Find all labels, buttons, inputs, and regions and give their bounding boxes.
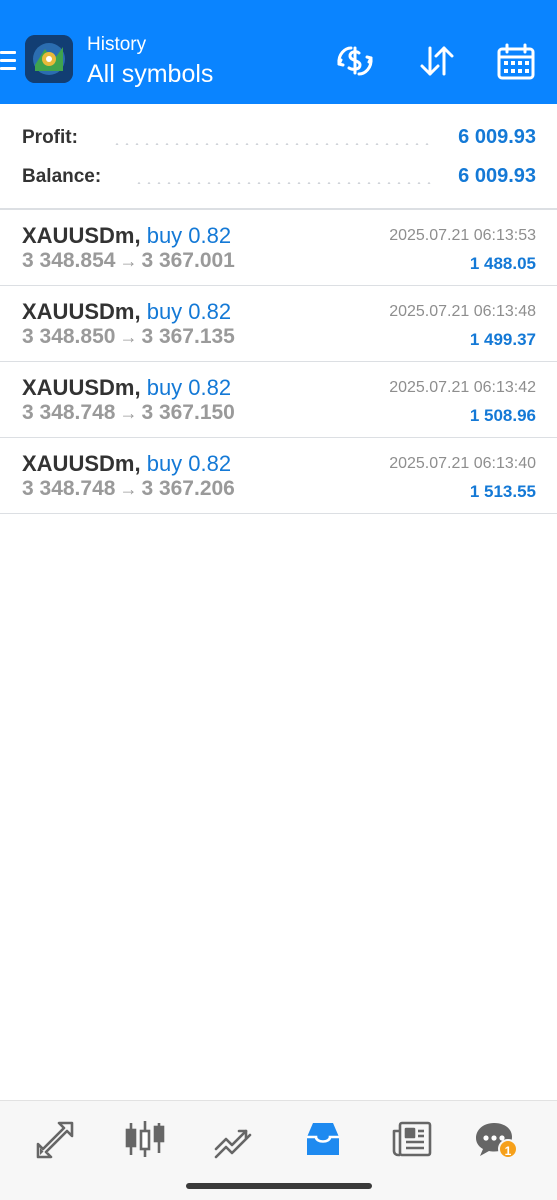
arrow-icon: → <box>119 403 138 423</box>
close-price: 3 367.206 <box>141 477 235 500</box>
arrow-icon: → <box>119 251 138 271</box>
status-bar <box>0 0 557 26</box>
arrow-icon: → <box>119 327 138 347</box>
deal-time: 2025.07.21 06:13:48 <box>389 303 536 320</box>
balance-label: Balance: <box>22 166 102 187</box>
deal-type: buy 0.82 <box>146 451 232 476</box>
quotes-icon[interactable] <box>34 1117 78 1161</box>
open-price: 3 348.850 <box>22 325 116 348</box>
calendar-icon[interactable] <box>494 40 538 84</box>
deal-time: 2025.07.21 06:13:40 <box>389 455 536 472</box>
page-title[interactable]: All symbols <box>87 58 213 90</box>
deal-type: buy 0.82 <box>146 223 232 248</box>
dot-leader <box>112 143 432 145</box>
deal-row[interactable]: XAUUSDm, buy 0.82 3 348.748 → 3 367.150 20… <box>0 362 557 438</box>
currency-filter-icon[interactable] <box>333 40 377 84</box>
close-price: 3 367.135 <box>141 325 235 348</box>
deal-row[interactable]: XAUUSDm, buy 0.82 3 348.850 → 3 367.135 20… <box>0 286 557 362</box>
dot-leader <box>134 182 434 184</box>
close-price: 3 367.001 <box>141 249 235 272</box>
close-price: 3 367.150 <box>141 401 235 424</box>
deal-symbol: XAUUSDm, <box>22 375 141 400</box>
trade-icon[interactable] <box>212 1117 256 1161</box>
deal-row[interactable]: XAUUSDm, buy 0.82 3 348.748 → 3 367.206 20… <box>0 438 557 514</box>
open-price: 3 348.854 <box>22 249 116 272</box>
arrow-icon: → <box>119 479 138 499</box>
deal-time: 2025.07.21 06:13:53 <box>389 227 536 244</box>
open-price: 3 348.748 <box>22 477 116 500</box>
chart-icon[interactable] <box>123 1117 167 1161</box>
deal-profit: 1 508.96 <box>469 406 536 425</box>
profit-value: 6 009.93 <box>458 126 536 148</box>
open-price: 3 348.748 <box>22 401 116 424</box>
notification-badge: 1 <box>498 1139 518 1159</box>
sort-icon[interactable] <box>415 40 459 84</box>
deal-type: buy 0.82 <box>146 375 232 400</box>
deal-list: XAUUSDm, buy 0.82 3 348.854 → 3 367.001 20… <box>0 210 557 514</box>
profit-label: Profit: <box>22 127 78 148</box>
menu-icon[interactable] <box>0 51 16 73</box>
deal-profit: 1 488.05 <box>469 254 536 273</box>
app-logo <box>25 35 73 83</box>
history-icon[interactable] <box>301 1117 345 1161</box>
deal-profit: 1 513.55 <box>469 482 536 501</box>
deal-symbol: XAUUSDm, <box>22 299 141 324</box>
page-subtitle: History <box>87 34 147 55</box>
profit-row: Profit: 6 009.93 <box>22 123 536 153</box>
deal-time: 2025.07.21 06:13:42 <box>389 379 536 396</box>
app-bar: History All symbols <box>0 26 557 104</box>
deal-type: buy 0.82 <box>146 299 232 324</box>
summary-panel: Profit: 6 009.93 Balance: 6 009.93 <box>0 104 557 208</box>
deal-symbol: XAUUSDm, <box>22 451 141 476</box>
balance-row: Balance: 6 009.93 <box>22 162 536 192</box>
deal-row[interactable]: XAUUSDm, buy 0.82 3 348.854 → 3 367.001 20… <box>0 210 557 286</box>
chat-icon[interactable]: 1 <box>472 1117 518 1161</box>
deal-symbol: XAUUSDm, <box>22 223 141 248</box>
news-icon[interactable] <box>390 1117 434 1161</box>
home-indicator[interactable] <box>186 1183 372 1189</box>
deal-profit: 1 499.37 <box>469 330 536 349</box>
balance-value: 6 009.93 <box>458 165 536 187</box>
